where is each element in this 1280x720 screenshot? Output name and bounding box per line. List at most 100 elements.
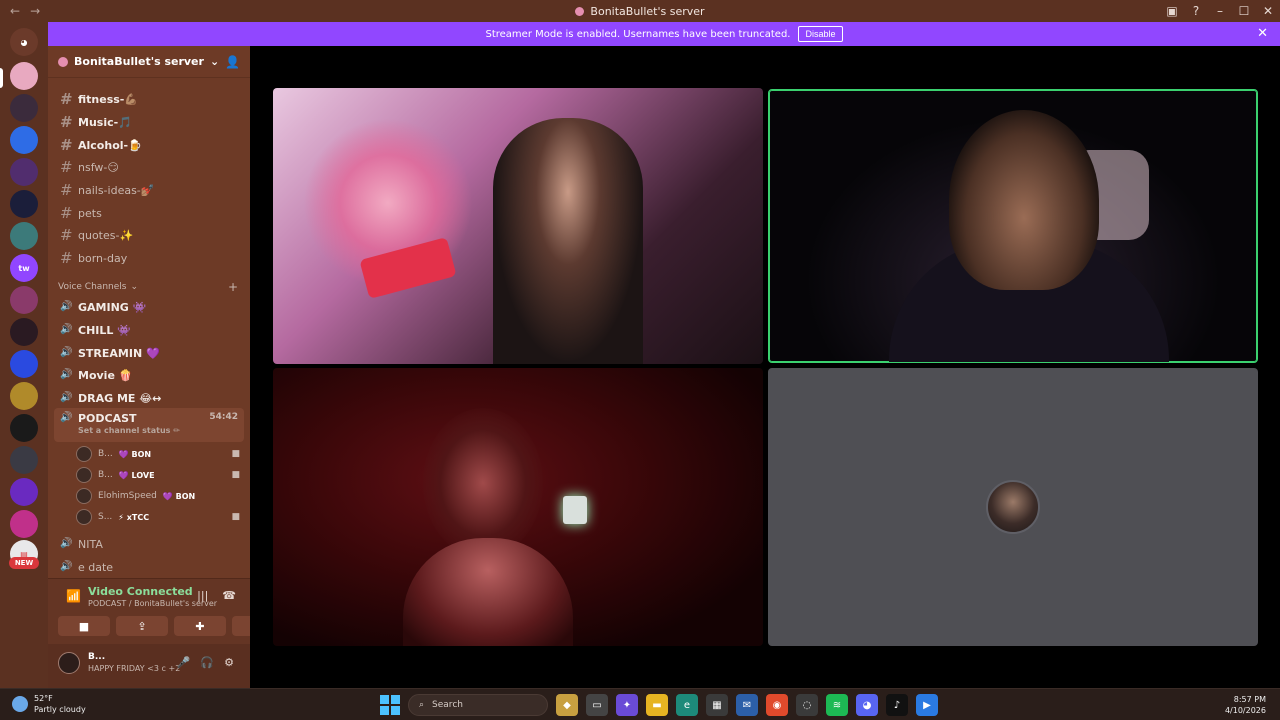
discord-home-icon[interactable]: ◕ [10, 28, 38, 56]
channel-nsfw[interactable]: # nsfw-😏 [54, 156, 244, 178]
clock-date: 4/10/2026 [1224, 706, 1266, 715]
close-icon[interactable]: ✕ [1257, 26, 1268, 41]
outlook-icon[interactable]: ✉ [736, 694, 758, 716]
server-icon[interactable] [10, 414, 38, 442]
voice-user[interactable]: ElohimSpeed 💜 BON [76, 486, 244, 506]
disable-streamer-mode-button[interactable]: Disable [798, 26, 843, 42]
search-icon: ⌕ [419, 700, 425, 710]
voice-channels-category[interactable]: Voice Channels ⌄ [58, 282, 138, 292]
voice-user[interactable]: B... 💜 LOVE ■ [76, 465, 244, 485]
system-clock[interactable]: 8:57 PM 4/10/2026 [1225, 694, 1266, 716]
voice-channel-movie[interactable]: 🔊 Movie 🍿 [54, 364, 244, 386]
video-tile-speaking[interactable] [768, 89, 1258, 363]
voice-channel-gaming[interactable]: 🔊 GAMING 👾 [54, 296, 244, 318]
copilot-icon[interactable]: ✦ [616, 694, 638, 716]
close-window-button[interactable]: ✕ [1256, 0, 1280, 22]
channel-label: born-day [78, 251, 128, 265]
light-object [563, 496, 587, 524]
voice-user[interactable]: B... 💜 BON ■ [76, 444, 244, 464]
taskbar-search[interactable]: ⌕ Search [408, 694, 548, 716]
file-explorer-icon[interactable]: ▬ [646, 694, 668, 716]
add-channel-icon[interactable]: + [228, 280, 238, 294]
voice-channel-e-date[interactable]: 🔊 e date [54, 556, 244, 578]
voice-channel-drag-me[interactable]: 🔊 DRAG ME 😂↔ [54, 387, 244, 409]
microphone-icon[interactable]: 🎤 [177, 656, 191, 669]
voice-channel-nita[interactable]: 🔊 NITA [54, 533, 244, 555]
channel-status[interactable]: Set a channel status ✏ [78, 426, 180, 435]
minimize-button[interactable]: – [1208, 0, 1232, 22]
avatar[interactable] [58, 652, 80, 674]
channel-music[interactable]: # Music-🎵 [54, 111, 244, 133]
server-icon[interactable] [10, 478, 38, 506]
server-icon[interactable] [10, 94, 38, 122]
weather-widget[interactable]: 52°F Partly cloudy [12, 693, 86, 715]
channel-born-day[interactable]: # born-day [54, 247, 244, 269]
voice-status[interactable]: Video Connected [88, 585, 193, 598]
participant-silhouette [493, 118, 643, 364]
app-icon[interactable]: ▶ [916, 694, 938, 716]
discord-icon[interactable]: ◕ [856, 694, 878, 716]
voice-channel-chill[interactable]: 🔊 CHILL 👾 [54, 319, 244, 341]
voice-channel-streamin[interactable]: 🔊 STREAMIN 💜 [54, 342, 244, 364]
server-icon-bonitabullet[interactable] [10, 62, 38, 90]
server-header[interactable]: BonitaBullet's server ⌄ 👤 [48, 46, 250, 78]
category-label: Voice Channels [58, 282, 127, 292]
twitch-server-icon[interactable]: tw [10, 254, 38, 282]
hashtag-icon: # [60, 113, 73, 131]
server-icon[interactable] [10, 510, 38, 538]
arrow-right-icon[interactable]: → [30, 4, 40, 18]
inbox-icon[interactable]: ▣ [1160, 0, 1184, 22]
server-icon[interactable] [10, 286, 38, 314]
tiktok-icon[interactable]: ♪ [886, 694, 908, 716]
avatar [76, 446, 92, 462]
app-icon[interactable]: ◌ [796, 694, 818, 716]
voice-user[interactable]: S... ⚡ xTCC ■ [76, 507, 244, 527]
channel-alcohol[interactable]: # Alcohol-🍺 [54, 134, 244, 156]
disconnect-icon[interactable]: ☎ [222, 589, 236, 602]
server-icon[interactable] [10, 382, 38, 410]
server-icon[interactable] [10, 222, 38, 250]
voice-user-name: ElohimSpeed [98, 491, 157, 501]
channel-label: PODCAST [78, 412, 137, 425]
server-icon[interactable] [10, 318, 38, 346]
headphones-icon[interactable]: 🎧 [200, 656, 214, 669]
channel-quotes[interactable]: # quotes-✨ [54, 224, 244, 246]
chrome-icon[interactable]: ◉ [766, 694, 788, 716]
channel-fitness[interactable]: # fitness-💪🏽 [54, 88, 244, 110]
channel-label: quotes-✨ [78, 228, 134, 242]
gear-icon[interactable]: ⚙ [224, 656, 234, 669]
store-icon[interactable]: ▦ [706, 694, 728, 716]
maximize-button[interactable]: ☐ [1232, 0, 1256, 22]
user-panel: B... HAPPY FRIDAY <3 c +2 🎤 🎧 ⚙ [48, 644, 250, 688]
windows-start-icon[interactable] [380, 695, 400, 715]
signal-icon[interactable]: 📶 [66, 589, 81, 603]
hashtag-icon: # [60, 136, 73, 154]
help-icon[interactable]: ? [1184, 0, 1208, 22]
channel-pets[interactable]: # pets [54, 202, 244, 224]
avatar [76, 467, 92, 483]
camera-button[interactable]: ■ [58, 616, 110, 636]
nav-buttons: ← → [0, 4, 60, 18]
spotify-icon[interactable]: ≋ [826, 694, 848, 716]
server-icon[interactable] [10, 350, 38, 378]
channel-label: DRAG ME 😂↔ [78, 391, 162, 405]
task-view-icon[interactable]: ▭ [586, 694, 608, 716]
avatar-tile[interactable] [768, 368, 1258, 646]
server-icon[interactable] [10, 126, 38, 154]
server-icon[interactable] [10, 446, 38, 474]
invite-people-icon[interactable]: 👤 [225, 55, 240, 69]
noise-suppression-icon[interactable]: ||| [197, 589, 208, 602]
widgets-icon[interactable]: ◆ [556, 694, 578, 716]
video-tile[interactable] [273, 88, 763, 364]
voice-user-tag: 💜 BON [118, 449, 152, 459]
channel-nails-ideas[interactable]: # nails-ideas-💅🏽 [54, 179, 244, 201]
edge-icon[interactable]: e [676, 694, 698, 716]
screen-share-button[interactable]: ⇪ [116, 616, 168, 636]
hashtag-icon: # [60, 249, 73, 267]
arrow-left-icon[interactable]: ← [10, 4, 20, 18]
server-icon[interactable] [10, 190, 38, 218]
server-icon[interactable] [10, 158, 38, 186]
video-tile[interactable] [273, 368, 763, 646]
activities-button[interactable]: ✚ [174, 616, 226, 636]
voice-channel-podcast[interactable]: 🔊 PODCAST 54:42 Set a channel status ✏ [54, 408, 244, 442]
